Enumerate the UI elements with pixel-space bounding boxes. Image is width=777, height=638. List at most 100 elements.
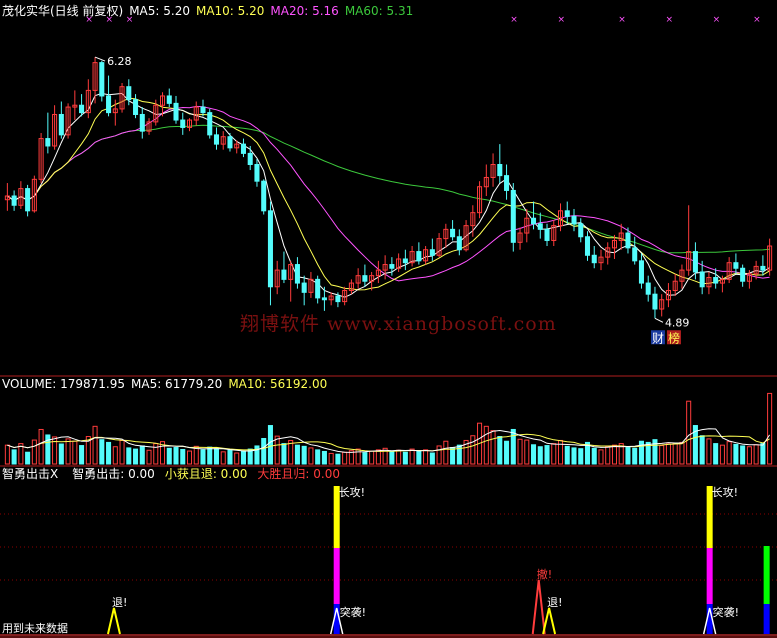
candle-body [429,249,435,256]
signal-sub-label: 突袭! [340,605,366,619]
candle-body [58,113,64,136]
volume-bar [375,449,381,465]
volume-bar [25,451,31,465]
candle-body [571,215,577,225]
volume-bar [396,449,402,465]
low-marker-line [654,317,664,323]
volume-bar [402,451,408,465]
signal-label: 长攻! [712,485,738,499]
candle-body [564,210,570,217]
volume-bar [524,439,530,465]
volume-bar [11,449,17,465]
volume-bar [423,449,429,465]
candle-body [133,99,139,115]
volume-bar [362,452,368,465]
candle-body [638,260,644,284]
volume-bar [659,445,665,465]
candle-body [200,106,206,114]
candle-body [652,293,658,310]
signal-triangle [531,579,546,635]
candle-body [699,271,705,288]
volume-bar [99,439,105,465]
volume-bar [517,438,523,465]
candle-body [335,295,341,303]
volume-bar [355,448,361,465]
volume-bar [571,447,577,465]
volume-bar [483,425,489,465]
event-flag: × [510,15,518,25]
volume-bar [180,448,186,465]
tag-bang: 榜 [668,330,680,345]
candle-body [315,278,321,299]
event-flag: × [713,15,721,25]
candle-body [321,297,327,301]
candle-body [126,86,132,101]
volume-bar [173,447,179,465]
volume-bar [706,438,712,465]
candle-body [180,119,186,128]
volume-bar [429,452,435,465]
candle-body [139,113,145,132]
volume-bar [52,436,58,465]
volume-bar [578,448,584,465]
volume-bar [274,435,280,465]
volume-bar [598,449,604,465]
event-flag: × [665,15,673,25]
volume-bar [112,446,118,465]
volume-bar [740,445,746,465]
volume-bar [719,444,725,465]
candle-body [625,232,631,249]
candle-body [760,265,766,271]
candle-body [261,180,267,212]
volume-title: VOLUME: 179871.95 [2,377,125,391]
candle-body [11,195,17,206]
volume-bar [58,443,64,465]
volume-bar [79,445,85,465]
candle-body [227,136,233,149]
chart-stage: 6.28 4.89 财榜 × × × × × × × × × 退! 长攻! 突袭! 撤! 退! 长攻! 突袭! 茂化… [0,0,777,638]
volume-bar [416,450,422,465]
volume-bar [753,444,759,465]
volume-bar [342,451,348,465]
candle-body [45,138,51,147]
volume-bar [625,446,631,465]
volume-bar [470,435,476,465]
event-flag: × [753,15,761,25]
candle-body [632,247,638,262]
volume-bar [767,392,773,465]
candle-body [504,175,510,191]
watermark: 翔博软件 www.xiangbosoft.com [240,313,557,335]
volume-bar [733,443,739,465]
signal-column-segment [763,604,770,634]
candle-body [578,223,584,238]
volume-bar [213,448,220,465]
candle-body [584,236,591,256]
candle-body [740,267,746,282]
signal-column-segment [333,548,340,604]
signal-label: 撤! [537,567,552,581]
footer-note: 用到未来数据 [2,622,68,635]
volume-bar [65,438,71,465]
candle-body [389,264,395,269]
candle-body [537,223,543,230]
volume-bar [531,444,537,465]
high-marker-label: 6.28 [107,55,132,68]
volume-bar [31,439,37,465]
volume-bar [186,450,193,465]
volume-bar [321,450,327,465]
indicator-v3-readout: 大胜且归: 0.00 [257,467,340,481]
indicator-pane-header: 智勇出击X 智勇出击: 0.00 小获且退: 0.00 大胜且归: 0.00 [2,467,346,481]
candle-body [294,264,300,284]
volume-bar [726,441,732,465]
candle-body [733,262,739,269]
volume-bar [699,435,705,465]
volume-bar [126,447,132,465]
volume-bar [227,449,233,465]
ma20-line [7,105,770,282]
signal-column-segment [706,548,713,604]
candle-body [79,104,85,114]
volume-bar [166,447,172,465]
indicator-v2-readout: 小获且退: 0.00 [164,467,248,481]
vol-ma10-readout: MA10: 56192.00 [228,377,328,391]
volume-bar [760,443,766,465]
